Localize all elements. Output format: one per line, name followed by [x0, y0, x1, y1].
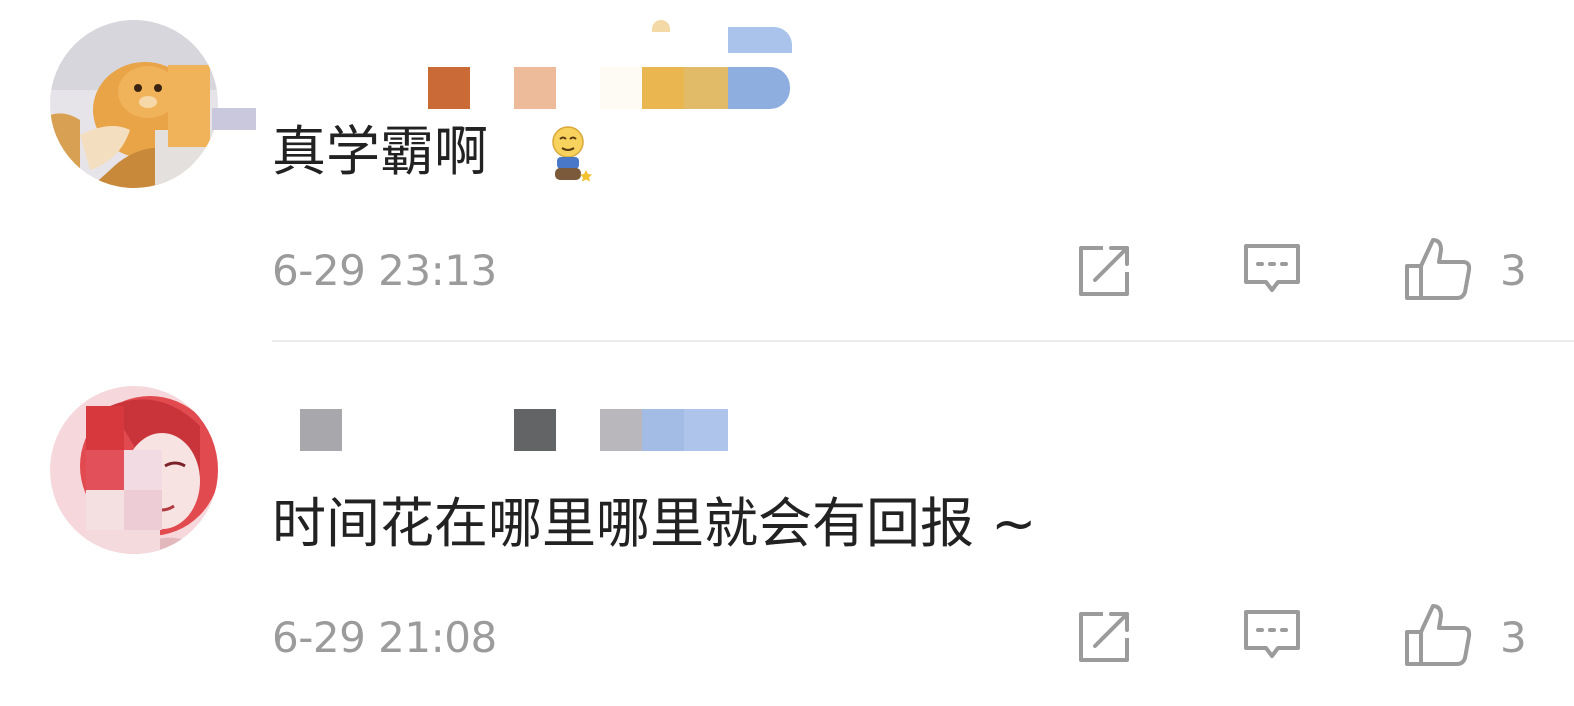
reply-button[interactable] [1240, 238, 1304, 302]
username-mosaic [642, 409, 684, 451]
comment-text: 真学霸啊 [272, 120, 488, 184]
reply-button[interactable] [1240, 604, 1304, 668]
avatar-mosaic-block [86, 450, 124, 490]
share-icon [1079, 246, 1129, 296]
username-mosaic [642, 67, 684, 109]
comment-timestamp: 6-29 21:08 [272, 613, 497, 662]
avatar-mosaic-block [86, 490, 124, 530]
username-mosaic [514, 409, 556, 451]
username-mosaic [600, 409, 642, 451]
comment-text: 时间花在哪里哪里就会有回报 ~ [272, 492, 1036, 556]
share-icon [1079, 612, 1129, 662]
username-mosaic [514, 67, 556, 109]
comment-timestamp: 6-29 23:13 [272, 246, 497, 295]
avatar-mosaic-block [86, 530, 160, 554]
comment-text-content: 真学霸啊 [272, 120, 488, 183]
share-button[interactable] [1073, 604, 1137, 668]
comment-icon [1244, 610, 1300, 658]
comment-item: 时间花在哪里哪里就会有回报 ~ 6-29 21:08 3 [0, 342, 1574, 706]
username-mosaic [652, 20, 670, 32]
avatar-mosaic-block [124, 450, 162, 490]
avatar[interactable] [50, 20, 218, 188]
comment-item: 真学霸啊 6-29 23:13 3 [0, 0, 1574, 340]
avatar-mosaic-block [168, 65, 210, 147]
comment-text-content: 时间花在哪里哪里就会有回报 ~ [272, 492, 1037, 555]
share-button[interactable] [1073, 238, 1137, 302]
username-mosaic [212, 108, 256, 130]
like-button[interactable] [1403, 234, 1472, 300]
dizzy-face-emoji-icon [550, 124, 594, 184]
username-mosaic [728, 67, 790, 109]
avatar-mosaic-block [124, 490, 162, 530]
username-mosaic [684, 409, 728, 451]
like-count: 3 [1500, 613, 1527, 662]
username-mosaic [300, 409, 342, 451]
username-mosaic [600, 67, 642, 109]
avatar[interactable] [50, 386, 218, 554]
thumbs-up-icon [1405, 238, 1472, 300]
username-mosaic [728, 27, 792, 53]
like-button[interactable] [1403, 600, 1472, 666]
comment-icon [1244, 244, 1300, 292]
thumbs-up-icon [1405, 604, 1472, 666]
avatar-mosaic-block [86, 406, 124, 450]
like-count: 3 [1500, 246, 1527, 295]
username-mosaic [428, 67, 470, 109]
username-mosaic [684, 67, 728, 109]
